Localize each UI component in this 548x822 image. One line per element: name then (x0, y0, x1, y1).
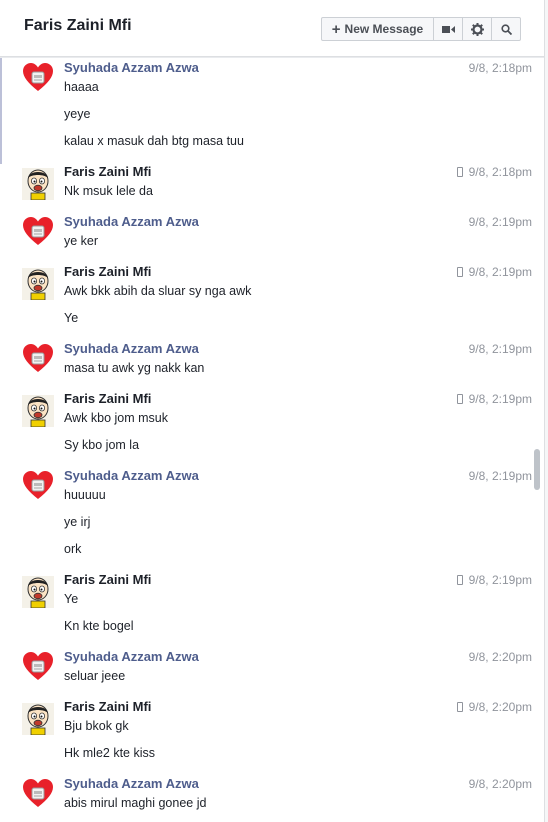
message-text: masa tu awk yg nakk kan (64, 361, 205, 375)
search-button[interactable] (491, 17, 521, 41)
sender-name[interactable]: Syuhada Azzam Azwa (64, 776, 199, 791)
timestamp-text: 9/8, 2:19pm (468, 573, 532, 587)
message-text: Ye (64, 592, 79, 606)
avatar[interactable] (22, 576, 54, 609)
avatar[interactable] (22, 778, 54, 810)
message-text: haaaa (64, 80, 99, 94)
sender-name[interactable]: Faris Zaini Mfi (64, 699, 151, 714)
selected-message-indicator (0, 58, 2, 164)
sender-name[interactable]: Faris Zaini Mfi (64, 391, 151, 406)
mobile-phone-icon (456, 702, 463, 712)
avatar[interactable] (22, 703, 54, 736)
message-timestamp: 9/8, 2:19pm (456, 392, 532, 406)
new-message-button[interactable]: + New Message (321, 17, 434, 41)
message-text: Sy kbo jom la (64, 438, 140, 452)
message-timestamp: 9/8, 2:20pm (456, 700, 532, 714)
timestamp-text: 9/8, 2:19pm (468, 469, 532, 483)
video-call-button[interactable] (433, 17, 463, 41)
message-text: Kn kte bogel (64, 619, 134, 633)
message-text: Hk mle2 kte kiss (64, 746, 155, 760)
message-text: ork (64, 542, 82, 556)
message-text: Awk bkk abih da sluar sy nga awk (64, 284, 252, 298)
timestamp-text: 9/8, 2:19pm (468, 342, 532, 356)
message-timestamp: 9/8, 2:20pm (469, 777, 532, 791)
message-text: Awk kbo jom msuk (64, 411, 168, 425)
settings-button[interactable] (462, 17, 492, 41)
message-text: seluar jeee (64, 669, 126, 683)
message-timestamp: 9/8, 2:18pm (469, 61, 532, 75)
mobile-phone-icon (456, 575, 463, 585)
avatar[interactable] (22, 395, 54, 428)
timestamp-text: 9/8, 2:18pm (468, 61, 532, 75)
message-timestamp: 9/8, 2:19pm (469, 215, 532, 229)
timestamp-text: 9/8, 2:19pm (468, 392, 532, 406)
avatar[interactable] (22, 651, 54, 683)
conversation-header: Faris Zaini Mfi + New Message (0, 0, 545, 57)
message-text: kalau x masuk dah btg masa tuu (64, 134, 244, 148)
avatar[interactable] (22, 216, 54, 248)
message-text: Nk msuk lele da (64, 184, 153, 198)
sender-name[interactable]: Syuhada Azzam Azwa (64, 214, 199, 229)
message-text: yeye (64, 107, 91, 121)
timestamp-text: 9/8, 2:19pm (468, 265, 532, 279)
search-icon (500, 23, 512, 35)
timestamp-text: 9/8, 2:20pm (468, 700, 532, 714)
message-timestamp: 9/8, 2:19pm (456, 265, 532, 279)
mobile-phone-icon (456, 167, 463, 177)
message-text: ye irj (64, 515, 91, 529)
message-text: Bju bkok gk (64, 719, 129, 733)
sender-name[interactable]: Syuhada Azzam Azwa (64, 341, 199, 356)
video-icon (441, 25, 455, 33)
message-timestamp: 9/8, 2:18pm (456, 165, 532, 179)
mobile-phone-icon (456, 267, 463, 277)
message-text: huuuuu (64, 488, 106, 502)
message-timestamp: 9/8, 2:20pm (469, 650, 532, 664)
avatar[interactable] (22, 62, 54, 94)
plus-icon: + (331, 20, 341, 38)
gear-icon (470, 22, 484, 36)
avatar[interactable] (22, 168, 54, 201)
message-timestamp: 9/8, 2:19pm (469, 469, 532, 483)
message-timestamp: 9/8, 2:19pm (456, 573, 532, 587)
sender-name[interactable]: Syuhada Azzam Azwa (64, 468, 199, 483)
timestamp-text: 9/8, 2:19pm (468, 215, 532, 229)
sender-name[interactable]: Syuhada Azzam Azwa (64, 60, 199, 75)
sender-name[interactable]: Faris Zaini Mfi (64, 572, 151, 587)
sender-name[interactable]: Faris Zaini Mfi (64, 264, 151, 279)
mobile-phone-icon (456, 394, 463, 404)
timestamp-text: 9/8, 2:20pm (468, 777, 532, 791)
avatar[interactable] (22, 470, 54, 502)
sender-name[interactable]: Faris Zaini Mfi (64, 164, 151, 179)
message-text: Ye (64, 311, 79, 325)
message-text: abis mirul maghi gonee jd (64, 796, 207, 810)
header-divider (0, 57, 545, 58)
avatar[interactable] (22, 343, 54, 375)
avatar[interactable] (22, 268, 54, 301)
timestamp-text: 9/8, 2:20pm (468, 650, 532, 664)
new-message-label: New Message (344, 22, 424, 36)
conversation-title: Faris Zaini Mfi (24, 17, 132, 34)
message-text: ye ker (64, 234, 99, 248)
scrollbar-thumb[interactable] (534, 449, 540, 490)
timestamp-text: 9/8, 2:18pm (468, 165, 532, 179)
sender-name[interactable]: Syuhada Azzam Azwa (64, 649, 199, 664)
header-actions: + New Message (321, 17, 521, 41)
message-timestamp: 9/8, 2:19pm (469, 342, 532, 356)
